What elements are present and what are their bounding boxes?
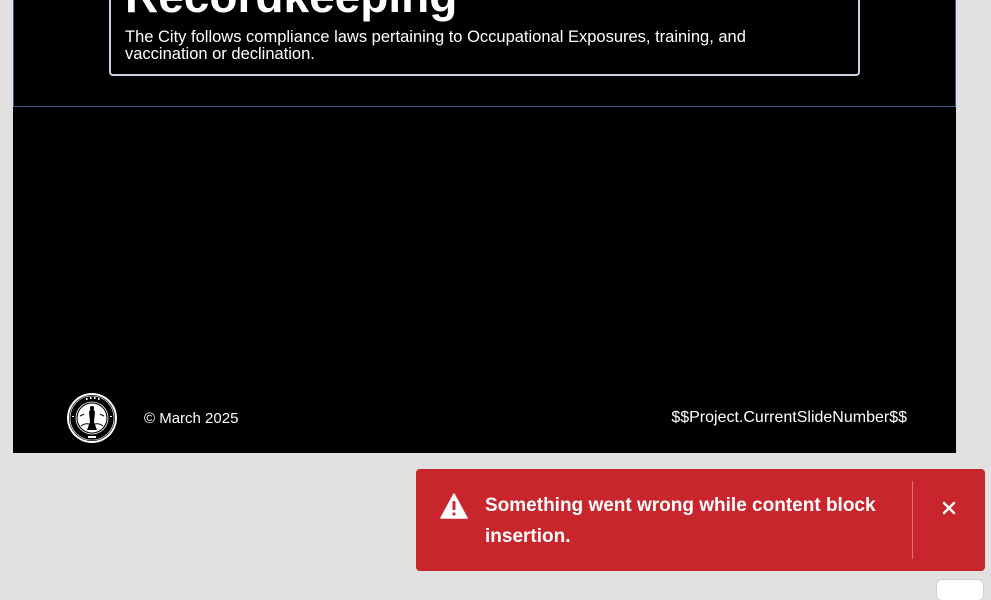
error-toast: Something went wrong while content block… [416, 469, 985, 571]
selected-slide-region[interactable]: Recordkeeping The City follows complianc… [13, 0, 956, 107]
alert-triangle-icon [440, 493, 468, 519]
slide-canvas[interactable]: Recordkeeping The City follows complianc… [13, 0, 956, 453]
footer-copyright[interactable]: © March 2025 [144, 410, 238, 427]
corner-panel-button[interactable] [937, 580, 983, 600]
city-seal-icon [67, 393, 117, 443]
footer-slide-number[interactable]: $$Project.CurrentSlideNumber$$ [671, 409, 907, 427]
slide-body-text[interactable]: The City follows compliance laws pertain… [125, 29, 815, 63]
toast-close-button[interactable] [934, 493, 964, 523]
toast-message: Something went wrong while content block… [485, 495, 876, 547]
slide-heading[interactable]: Recordkeeping [125, 0, 457, 22]
toast-divider [912, 481, 913, 559]
text-content-block[interactable]: Recordkeeping The City follows complianc… [109, 0, 860, 76]
close-icon [942, 501, 956, 515]
